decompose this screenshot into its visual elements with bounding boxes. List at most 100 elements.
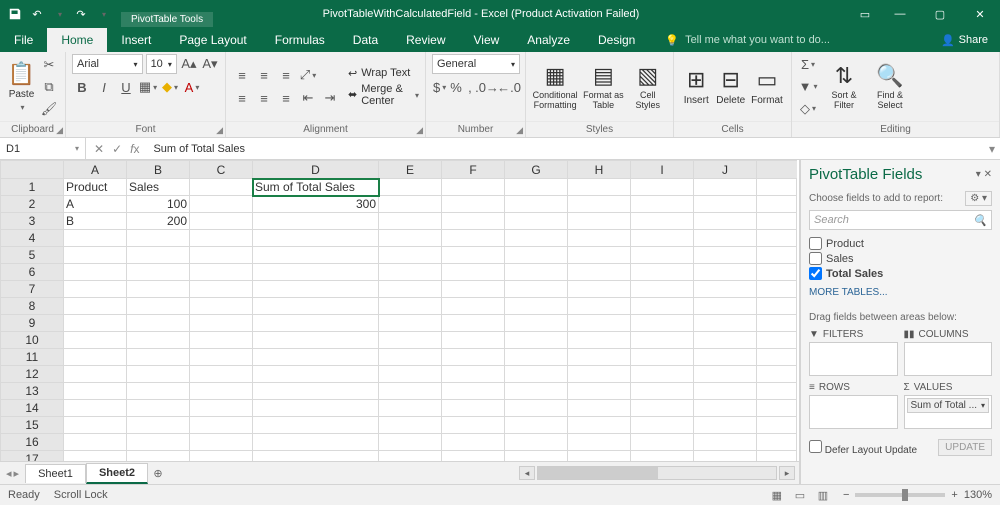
cell[interactable] (568, 383, 631, 400)
cell[interactable] (631, 213, 694, 230)
copy-icon[interactable]: ⧉ (39, 77, 59, 97)
row-header[interactable]: 9 (1, 315, 64, 332)
cell[interactable] (442, 281, 505, 298)
cell[interactable] (568, 213, 631, 230)
cell[interactable] (127, 366, 190, 383)
cell[interactable] (190, 417, 253, 434)
orientation-icon[interactable]: ⤢ (298, 65, 318, 85)
align-bottom-icon[interactable]: ≡ (276, 65, 296, 85)
cell[interactable] (442, 383, 505, 400)
cell[interactable]: 300 (253, 196, 379, 213)
cell[interactable] (442, 298, 505, 315)
cell[interactable] (127, 264, 190, 281)
tab-view[interactable]: View (460, 28, 514, 52)
share-button[interactable]: 👤 Share (929, 28, 1000, 52)
col-header[interactable]: E (379, 161, 442, 179)
cell[interactable] (631, 332, 694, 349)
cell[interactable] (505, 230, 568, 247)
cell[interactable] (64, 366, 127, 383)
cell[interactable] (568, 417, 631, 434)
font-name-select[interactable]: Arial▾ (72, 54, 143, 74)
cell[interactable] (631, 230, 694, 247)
cell[interactable] (379, 417, 442, 434)
format-as-table-button[interactable]: ▤Format as Table (580, 63, 626, 111)
cell[interactable] (505, 332, 568, 349)
cell[interactable] (568, 315, 631, 332)
cell[interactable] (253, 213, 379, 230)
alignment-dialog-icon[interactable]: ◢ (416, 123, 423, 138)
cell[interactable] (190, 247, 253, 264)
cell[interactable] (631, 264, 694, 281)
merge-center-button[interactable]: ⬌Merge & Center (348, 83, 419, 107)
cell[interactable] (64, 230, 127, 247)
cell[interactable] (64, 349, 127, 366)
col-header[interactable]: D (253, 161, 379, 179)
cell[interactable] (64, 451, 127, 462)
field-checkbox-total-sales[interactable]: Total Sales (809, 266, 992, 281)
cell[interactable] (568, 366, 631, 383)
cell[interactable] (694, 213, 757, 230)
row-header[interactable]: 4 (1, 230, 64, 247)
fx-icon[interactable]: fx (130, 142, 139, 156)
increase-indent-icon[interactable]: ⇥ (320, 88, 340, 108)
cell[interactable] (253, 451, 379, 462)
cell[interactable] (694, 400, 757, 417)
clipboard-dialog-icon[interactable]: ◢ (56, 123, 63, 138)
tab-formulas[interactable]: Formulas (261, 28, 339, 52)
tab-page-layout[interactable]: Page Layout (165, 28, 260, 52)
cell[interactable] (694, 383, 757, 400)
cell[interactable] (190, 298, 253, 315)
cell[interactable] (253, 400, 379, 417)
cell[interactable] (379, 230, 442, 247)
cell[interactable] (127, 417, 190, 434)
cell[interactable] (631, 417, 694, 434)
tab-analyze[interactable]: Analyze (513, 28, 584, 52)
cell[interactable] (253, 247, 379, 264)
cell[interactable]: A (64, 196, 127, 213)
cell[interactable] (505, 400, 568, 417)
minimize-button[interactable]: — (880, 0, 920, 28)
normal-view-icon[interactable]: ▦ (767, 489, 787, 502)
zoom-level[interactable]: 130% (964, 489, 992, 501)
cell[interactable] (379, 247, 442, 264)
cancel-formula-icon[interactable]: ✕ (94, 142, 104, 156)
cell[interactable] (64, 281, 127, 298)
hscroll-right-icon[interactable]: ▸ (779, 466, 795, 480)
cell[interactable] (442, 417, 505, 434)
more-tables-link[interactable]: MORE TABLES... (809, 287, 992, 298)
cell[interactable] (379, 281, 442, 298)
undo-icon[interactable]: ↶ (28, 5, 46, 23)
cell[interactable] (190, 332, 253, 349)
wrap-text-button[interactable]: ↩Wrap Text (348, 67, 419, 80)
area-values-box[interactable]: Sum of Total ...▾ (904, 395, 993, 429)
row-header[interactable]: 5 (1, 247, 64, 264)
cell[interactable] (568, 332, 631, 349)
cell[interactable] (127, 332, 190, 349)
row-header[interactable]: 3 (1, 213, 64, 230)
cell[interactable] (253, 332, 379, 349)
cell[interactable] (568, 281, 631, 298)
save-icon[interactable] (6, 5, 24, 23)
cell[interactable] (379, 213, 442, 230)
cell[interactable] (442, 264, 505, 281)
cell[interactable] (64, 400, 127, 417)
row-header[interactable]: 12 (1, 366, 64, 383)
cell[interactable] (694, 281, 757, 298)
hscroll-track[interactable] (537, 466, 777, 480)
cell[interactable] (190, 349, 253, 366)
name-box[interactable]: D1▾ (0, 138, 86, 159)
col-header[interactable]: I (631, 161, 694, 179)
cell[interactable] (442, 349, 505, 366)
worksheet-grid[interactable]: A B C D E F G H I J 1ProductSalesSum of … (0, 160, 799, 461)
font-dialog-icon[interactable]: ◢ (216, 123, 223, 138)
cell[interactable] (694, 230, 757, 247)
cell[interactable] (631, 366, 694, 383)
cell[interactable] (127, 298, 190, 315)
sheet-tab-active[interactable]: Sheet2 (86, 463, 148, 484)
align-left-icon[interactable]: ≡ (232, 88, 252, 108)
value-field-chip[interactable]: Sum of Total ...▾ (907, 398, 990, 413)
page-layout-view-icon[interactable]: ▭ (790, 489, 810, 502)
cell[interactable] (442, 400, 505, 417)
number-dialog-icon[interactable]: ◢ (516, 123, 523, 138)
cell[interactable] (64, 417, 127, 434)
